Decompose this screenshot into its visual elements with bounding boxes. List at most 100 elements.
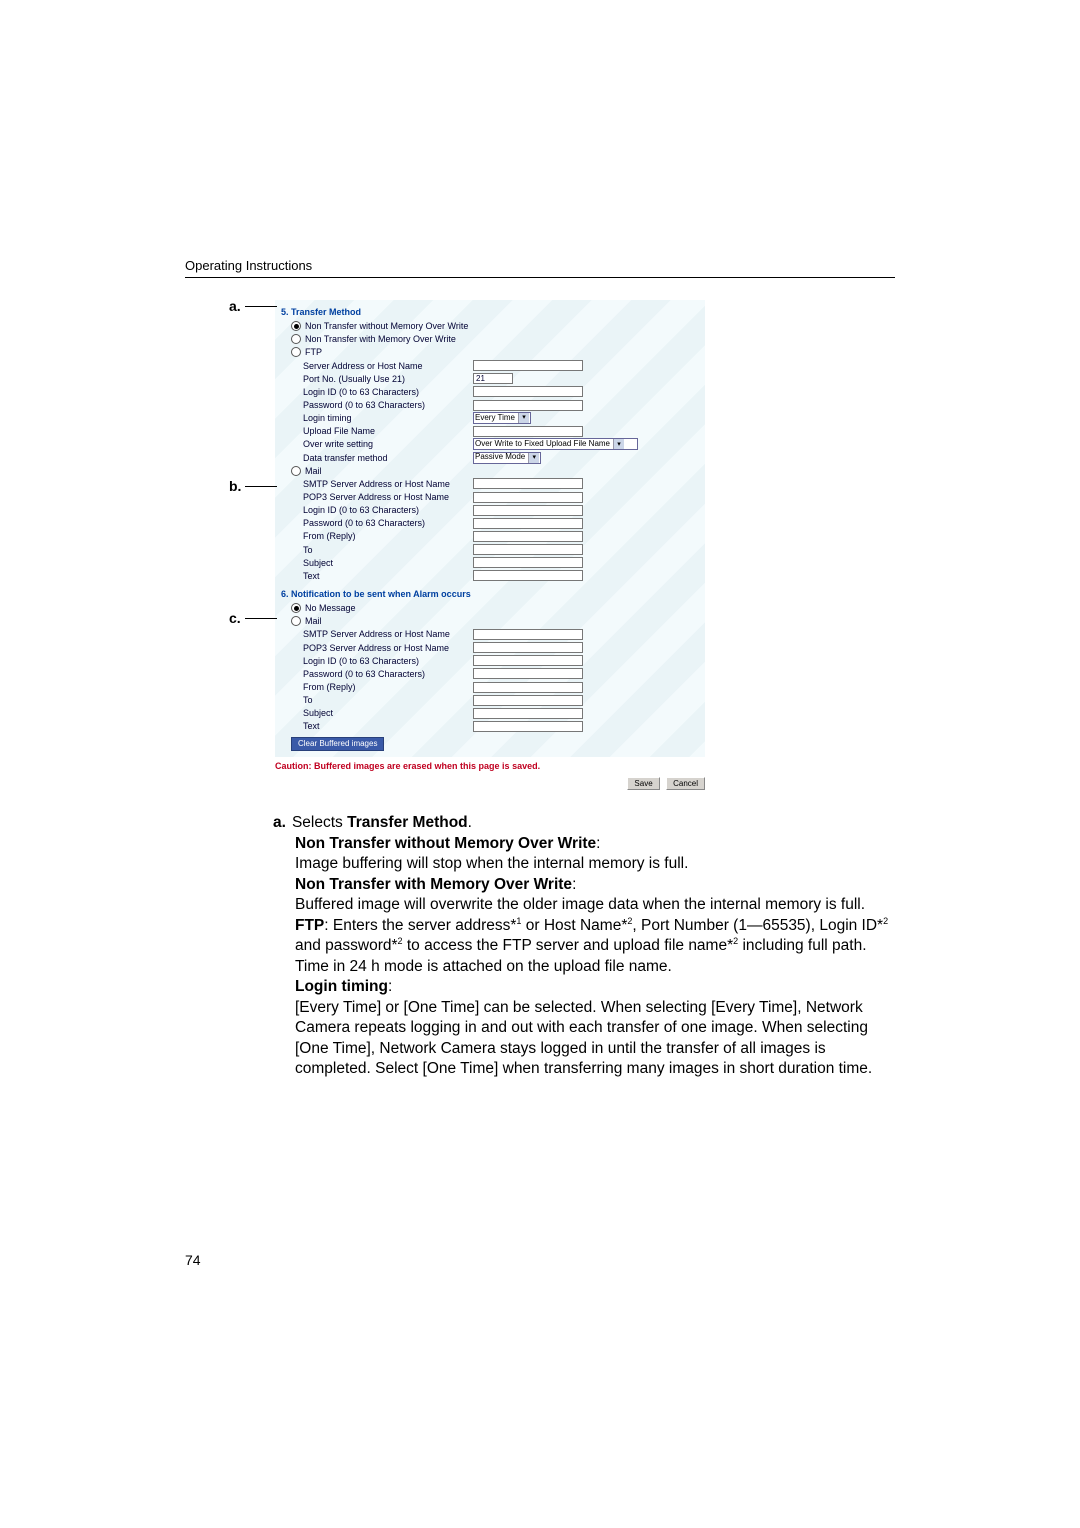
ftp-overwrite-select[interactable]: Over Write to Fixed Upload File Name▾ (473, 438, 638, 450)
ftp-transfer-method-select[interactable]: Passive Mode▾ (473, 452, 541, 464)
annotation-b: b. (229, 478, 277, 494)
text: and password* (295, 937, 398, 954)
text: Selects (292, 814, 347, 831)
option-notif-mail[interactable]: Mail (291, 615, 699, 627)
field-label: Data transfer method (303, 452, 473, 464)
field-label: To (303, 544, 473, 556)
option-label: Mail (305, 465, 322, 477)
section-5-title: 5. Transfer Method (281, 306, 699, 318)
mail-password-input[interactable] (473, 518, 583, 529)
field-label: From (Reply) (303, 530, 473, 542)
option-label: Non Transfer with Memory Over Write (305, 333, 456, 345)
superscript: 2 (883, 916, 888, 926)
radio-icon[interactable] (291, 321, 301, 331)
field-label: Text (303, 570, 473, 582)
text-bold: Login timing (295, 978, 388, 995)
text: to access the FTP server and upload file… (403, 937, 734, 954)
notif-login-input[interactable] (473, 655, 583, 666)
field-label: Login ID (0 to 63 Characters) (303, 504, 473, 516)
radio-icon[interactable] (291, 616, 301, 626)
mail-pop3-input[interactable] (473, 492, 583, 503)
field-label: Login ID (0 to 63 Characters) (303, 386, 473, 398)
field-label: Server Address or Host Name (303, 360, 473, 372)
option-mail[interactable]: Mail (291, 465, 699, 477)
option-no-message[interactable]: No Message (291, 602, 699, 614)
text: : (572, 876, 576, 893)
field-label: Login ID (0 to 63 Characters) (303, 655, 473, 667)
radio-icon[interactable] (291, 334, 301, 344)
ftp-server-input[interactable] (473, 360, 583, 371)
option-label: Non Transfer without Memory Over Write (305, 320, 468, 332)
ftp-upload-file-input[interactable] (473, 426, 583, 437)
option-label: No Message (305, 602, 356, 614)
text: Buffered image will overwrite the older … (295, 895, 891, 915)
field-label: To (303, 694, 473, 706)
caution-text: Caution: Buffered images are erased when… (275, 761, 705, 771)
notif-text-input[interactable] (473, 721, 583, 732)
notif-from-input[interactable] (473, 682, 583, 693)
field-label: Over write setting (303, 438, 473, 450)
field-label: Port No. (Usually Use 21) (303, 373, 473, 385)
mail-from-input[interactable] (473, 531, 583, 542)
mail-subject-input[interactable] (473, 557, 583, 568)
page-header: Operating Instructions (185, 258, 895, 278)
page-number: 74 (185, 1252, 201, 1268)
section-6-title: 6. Notification to be sent when Alarm oc… (281, 588, 699, 600)
item-a-letter: a. (273, 814, 286, 831)
field-label: Text (303, 720, 473, 732)
option-non-transfer-without[interactable]: Non Transfer without Memory Over Write (291, 320, 699, 332)
field-label: Subject (303, 707, 473, 719)
field-label: Subject (303, 557, 473, 569)
text-bold: Non Transfer with Memory Over Write (295, 876, 572, 893)
text: or Host Name* (521, 917, 627, 934)
explanation-block: a.Selects Transfer Method. Non Transfer … (273, 813, 891, 1079)
field-label: Login timing (303, 412, 473, 424)
chevron-down-icon: ▾ (528, 453, 539, 463)
text: : (388, 978, 392, 995)
mail-login-input[interactable] (473, 505, 583, 516)
ftp-password-input[interactable] (473, 400, 583, 411)
field-label: Password (0 to 63 Characters) (303, 517, 473, 529)
mail-smtp-input[interactable] (473, 478, 583, 489)
field-label: From (Reply) (303, 681, 473, 693)
mail-to-input[interactable] (473, 544, 583, 555)
clear-buffered-button[interactable]: Clear Buffered images (291, 737, 384, 752)
cancel-button[interactable]: Cancel (666, 777, 705, 790)
ftp-login-input[interactable] (473, 386, 583, 397)
save-button[interactable]: Save (627, 777, 659, 790)
chevron-down-icon: ▾ (518, 413, 529, 423)
mail-text-input[interactable] (473, 570, 583, 581)
notif-to-input[interactable] (473, 695, 583, 706)
field-label: Upload File Name (303, 425, 473, 437)
notif-password-input[interactable] (473, 668, 583, 679)
ftp-login-timing-select[interactable]: Every Time▾ (473, 412, 531, 424)
text-bold: Non Transfer without Memory Over Write (295, 835, 596, 852)
field-label: POP3 Server Address or Host Name (303, 642, 473, 654)
option-non-transfer-with[interactable]: Non Transfer with Memory Over Write (291, 333, 699, 345)
radio-icon[interactable] (291, 347, 301, 357)
radio-icon[interactable] (291, 603, 301, 613)
field-label: Password (0 to 63 Characters) (303, 399, 473, 411)
annotation-c: c. (229, 610, 277, 626)
field-label: Password (0 to 63 Characters) (303, 668, 473, 680)
field-label: POP3 Server Address or Host Name (303, 491, 473, 503)
option-label: Mail (305, 615, 322, 627)
text: : Enters the server address* (324, 917, 516, 934)
option-ftp[interactable]: FTP (291, 346, 699, 358)
text-bold: FTP (295, 917, 324, 934)
annotation-a: a. (229, 298, 277, 314)
text: . (468, 814, 472, 831)
notif-smtp-input[interactable] (473, 629, 583, 640)
text: [Every Time] or [One Time] can be select… (295, 998, 891, 1080)
notif-pop3-input[interactable] (473, 642, 583, 653)
chevron-down-icon: ▾ (613, 439, 624, 449)
notif-subject-input[interactable] (473, 708, 583, 719)
radio-icon[interactable] (291, 466, 301, 476)
field-label: SMTP Server Address or Host Name (303, 628, 473, 640)
settings-screenshot: 5. Transfer Method Non Transfer without … (275, 300, 705, 757)
field-label: SMTP Server Address or Host Name (303, 478, 473, 490)
ftp-port-input[interactable]: 21 (473, 373, 513, 384)
text: , Port Number (1—65535), Login ID* (632, 917, 883, 934)
text: : (596, 835, 600, 852)
text: Image buffering will stop when the inter… (295, 854, 891, 874)
